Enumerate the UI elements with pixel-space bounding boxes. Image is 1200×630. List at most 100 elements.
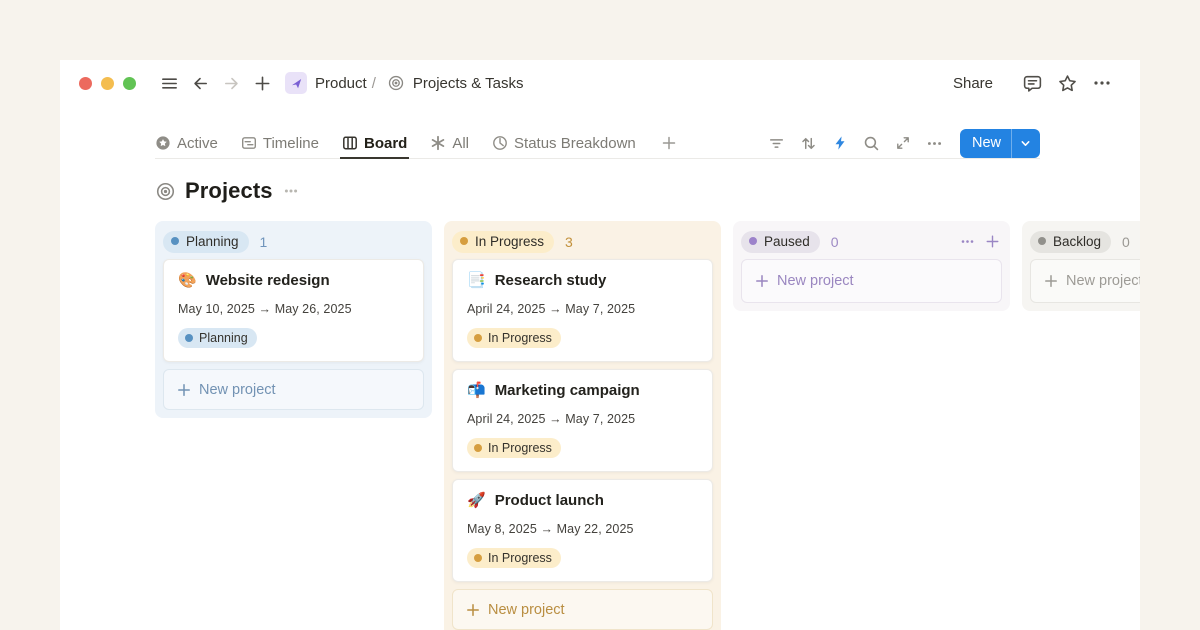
zoom-window-button[interactable] [123,77,136,90]
tab-status-breakdown[interactable]: Status Breakdown [492,128,636,158]
card-status-label: In Progress [488,441,552,455]
new-project-label: New project [1066,273,1140,289]
column-planning: Planning 1 🎨 Website redesign May 10, 20… [155,221,432,418]
card-status-pill: In Progress [467,548,561,568]
tab-timeline[interactable]: Timeline [241,128,319,158]
group-status-pill[interactable]: Paused [741,231,820,253]
timeline-icon [241,135,257,151]
new-button[interactable]: New [960,129,1040,158]
tab-label: Board [364,135,407,152]
forward-arrow-icon[interactable] [220,72,242,94]
tab-active[interactable]: Active [155,128,218,158]
workspace-cursor-icon[interactable] [285,72,307,94]
card-date-range: April 24, 2025 → May 7, 2025 [467,412,698,426]
chevron-down-icon[interactable] [1012,138,1040,149]
new-project-label: New project [777,273,854,289]
card-date-range: April 24, 2025 → May 7, 2025 [467,302,698,316]
board-icon [342,135,358,151]
search-icon[interactable] [863,135,880,152]
group-status-pill[interactable]: Backlog [1030,231,1111,253]
top-bar: Product / Projects & Tasks Share [60,60,1140,106]
plus-icon [1044,274,1058,288]
column-in-progress: In Progress 3 📑 Research study April 24,… [444,221,721,630]
group-count: 1 [260,234,268,250]
plus-icon [755,274,769,288]
view-tabs: Active Timeline Board All [155,128,677,158]
group-count: 0 [831,234,839,250]
card-emoji: 📑 [467,273,486,288]
card-title: Marketing campaign [495,382,640,399]
comments-icon[interactable] [1020,71,1044,95]
close-window-button[interactable] [79,77,92,90]
favorite-star-icon[interactable] [1055,71,1079,95]
title-more-icon[interactable] [283,183,299,199]
more-options-icon[interactable] [1090,71,1114,95]
status-dot-icon [1038,237,1046,245]
top-bar-actions: Share [953,71,1114,95]
card-title: Website redesign [206,272,330,289]
column-backlog: Backlog 0 New project [1022,221,1140,311]
new-project-label: New project [199,382,276,398]
plus-icon [466,603,480,617]
automation-bolt-icon[interactable] [832,135,848,151]
add-view-icon[interactable] [661,135,677,151]
filter-icon[interactable] [768,135,785,152]
card-title: Research study [495,272,607,289]
card-status-label: In Progress [488,331,552,345]
group-label: Backlog [1053,234,1101,249]
sidebar-menu-icon[interactable] [158,72,180,94]
new-project-button[interactable]: New project [1030,259,1140,303]
share-button[interactable]: Share [953,75,993,92]
new-page-plus-icon[interactable] [251,72,273,94]
tab-label: Active [177,135,218,152]
new-project-button[interactable]: New project [163,369,424,410]
new-project-button[interactable]: New project [452,589,713,630]
tab-board[interactable]: Board [342,128,407,158]
breadcrumb-page[interactable]: Projects & Tasks [413,75,524,92]
back-arrow-icon[interactable] [189,72,211,94]
sort-icon[interactable] [800,135,817,152]
tab-label: Timeline [263,135,319,152]
project-card[interactable]: 🚀 Product launch May 8, 2025 → May 22, 2… [452,479,713,582]
pie-clock-icon [492,135,508,151]
group-count: 0 [1122,234,1130,250]
view-toolbar: Active Timeline Board All [155,128,1040,159]
status-dot-icon [474,444,482,452]
column-header: Paused 0 [741,228,1002,259]
kanban-board: Planning 1 🎨 Website redesign May 10, 20… [155,221,1140,630]
group-label: In Progress [475,234,544,249]
group-status-pill[interactable]: In Progress [452,231,554,253]
project-card[interactable]: 📑 Research study April 24, 2025 → May 7,… [452,259,713,362]
column-header: Planning 1 [163,228,424,259]
card-status-label: Planning [199,331,248,345]
new-button-label: New [960,135,1011,151]
view-more-icon[interactable] [926,135,943,152]
group-label: Planning [186,234,239,249]
plus-icon [177,383,191,397]
expand-icon[interactable] [895,135,911,151]
breadcrumb-workspace[interactable]: Product [315,75,367,92]
project-card[interactable]: 🎨 Website redesign May 10, 2025 → May 26… [163,259,424,362]
project-card[interactable]: 📬 Marketing campaign April 24, 2025 → Ma… [452,369,713,472]
status-dot-icon [474,334,482,342]
tab-all[interactable]: All [430,128,469,158]
group-label: Paused [764,234,810,249]
tab-label: Status Breakdown [514,135,636,152]
status-dot-icon [185,334,193,342]
card-emoji: 🚀 [467,493,486,508]
new-project-button[interactable]: New project [741,259,1002,303]
minimize-window-button[interactable] [101,77,114,90]
card-title: Product launch [495,492,604,509]
page-title[interactable]: Projects [185,178,273,204]
group-status-pill[interactable]: Planning [163,231,249,253]
card-status-label: In Progress [488,551,552,565]
page-header: Projects [155,178,1040,204]
card-status-pill: Planning [178,328,257,348]
column-more-icon[interactable] [960,234,975,249]
card-emoji: 🎨 [178,273,197,288]
tab-label: All [452,135,469,152]
card-emoji: 📬 [467,383,486,398]
column-header: Backlog 0 [1030,228,1140,259]
column-add-icon[interactable] [985,234,1000,249]
card-date-range: May 8, 2025 → May 22, 2025 [467,522,698,536]
